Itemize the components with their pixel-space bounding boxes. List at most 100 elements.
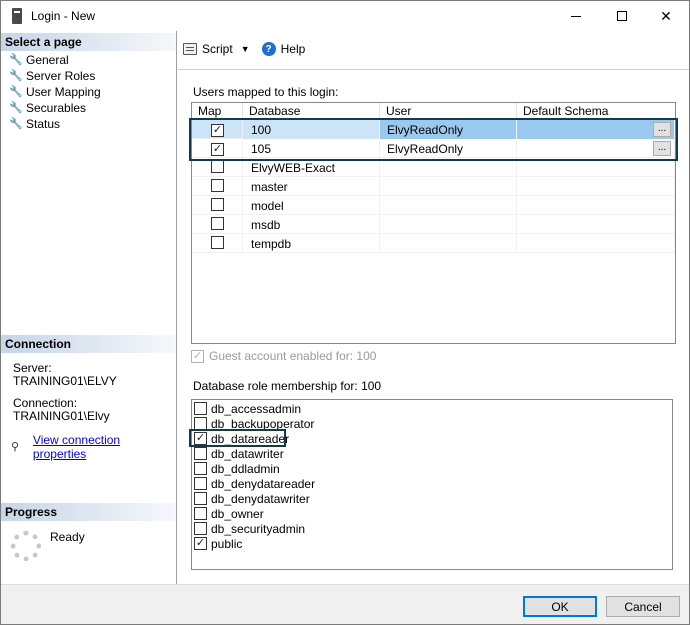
map-cell: ✓	[192, 120, 243, 139]
default-schema-cell[interactable]: ...	[517, 120, 675, 139]
close-button[interactable]: ✕	[643, 1, 689, 31]
toolbar: Script ▼ ? Help	[183, 39, 305, 59]
role-item[interactable]: ✓ db_datareader	[192, 431, 672, 446]
login-dialog: Login - New ✕ Select a page 🔧 General 🔧 …	[0, 0, 690, 625]
title-bar: Login - New ✕	[1, 1, 689, 31]
table-row[interactable]: master	[192, 177, 675, 196]
view-connection-properties-link[interactable]: View connection properties	[33, 433, 176, 461]
server-value: TRAINING01\ELVY	[13, 374, 117, 388]
column-header-user[interactable]: User	[380, 103, 517, 119]
wrench-icon: 🔧	[9, 86, 23, 98]
role-label: db_datareader	[211, 431, 290, 446]
connection-value: TRAINING01\Elvy	[13, 409, 110, 423]
table-row[interactable]: model	[192, 196, 675, 215]
role-checkbox[interactable]: ✓	[194, 537, 207, 550]
default-schema-cell[interactable]	[517, 196, 675, 215]
default-schema-cell[interactable]	[517, 177, 675, 196]
role-item[interactable]: db_denydatawriter	[192, 491, 672, 506]
table-row[interactable]: msdb	[192, 215, 675, 234]
grid-header: Map Database User Default Schema	[192, 103, 675, 119]
users-mapping-grid[interactable]: Map Database User Default Schema ✓ 100 Elv…	[191, 102, 676, 344]
role-item[interactable]: db_ddladmin	[192, 461, 672, 476]
page-item-label: Status	[26, 117, 61, 131]
ok-button[interactable]: OK	[523, 596, 597, 617]
role-item[interactable]: db_denydatareader	[192, 476, 672, 491]
user-cell[interactable]	[380, 234, 517, 253]
database-cell: msdb	[243, 215, 380, 234]
user-cell[interactable]: ElvyReadOnly	[380, 139, 517, 158]
user-cell[interactable]	[380, 158, 517, 177]
user-cell[interactable]	[380, 196, 517, 215]
role-label: db_ddladmin	[211, 461, 280, 476]
maximize-button[interactable]	[599, 1, 645, 31]
map-cell	[192, 158, 243, 177]
map-checkbox[interactable]: ✓	[211, 124, 224, 137]
column-header-map[interactable]: Map	[192, 103, 243, 119]
role-checkbox[interactable]	[194, 417, 207, 430]
table-row[interactable]: ✓ 100 ElvyReadOnly...	[192, 120, 675, 139]
schema-browse-button[interactable]: ...	[653, 122, 671, 137]
minimize-icon	[571, 15, 581, 17]
map-checkbox[interactable]	[211, 236, 224, 249]
user-cell[interactable]: ElvyReadOnly	[380, 120, 517, 139]
database-cell: ElvyWEB-Exact	[243, 158, 380, 177]
role-label: db_backupoperator	[211, 416, 315, 431]
progress-header: Progress	[1, 503, 176, 521]
database-cell: master	[243, 177, 380, 196]
page-item-user-mapping[interactable]: 🔧 User Mapping	[9, 84, 101, 100]
role-label: db_datawriter	[211, 446, 284, 461]
view-connection-properties[interactable]: ⚲ View connection properties	[11, 433, 176, 461]
default-schema-cell[interactable]	[517, 234, 675, 253]
map-checkbox[interactable]	[211, 198, 224, 211]
role-checkbox[interactable]	[194, 462, 207, 475]
role-membership-label: Database role membership for: 100	[193, 379, 382, 393]
script-button[interactable]: Script	[183, 42, 233, 56]
left-pane: Select a page 🔧 General 🔧 Server Roles 🔧…	[1, 31, 177, 584]
role-checkbox[interactable]	[194, 447, 207, 460]
page-item-status[interactable]: 🔧 Status	[9, 116, 101, 132]
map-checkbox[interactable]	[211, 217, 224, 230]
schema-browse-button[interactable]: ...	[653, 141, 671, 156]
window-title: Login - New	[31, 9, 96, 23]
role-checkbox[interactable]	[194, 522, 207, 535]
user-cell[interactable]	[380, 177, 517, 196]
user-cell[interactable]	[380, 215, 517, 234]
help-button[interactable]: ? Help	[261, 42, 306, 56]
role-label: db_securityadmin	[211, 521, 306, 536]
role-item[interactable]: db_owner	[192, 506, 672, 521]
default-schema-cell[interactable]: ...	[517, 139, 675, 158]
default-schema-cell[interactable]	[517, 215, 675, 234]
script-dropdown-arrow[interactable]: ▼	[241, 44, 250, 54]
page-item-general[interactable]: 🔧 General	[9, 52, 101, 68]
table-row[interactable]: tempdb	[192, 234, 675, 253]
role-checkbox[interactable]: ✓	[194, 432, 207, 445]
role-item[interactable]: db_datawriter	[192, 446, 672, 461]
map-cell	[192, 196, 243, 215]
role-item[interactable]: db_securityadmin	[192, 521, 672, 536]
script-icon	[183, 43, 197, 55]
role-item[interactable]: ✓ public	[192, 536, 672, 551]
default-schema-cell[interactable]	[517, 158, 675, 177]
column-header-default-schema[interactable]: Default Schema	[517, 103, 675, 119]
role-checkbox[interactable]	[194, 507, 207, 520]
page-item-securables[interactable]: 🔧 Securables	[9, 100, 101, 116]
role-membership-list[interactable]: db_accessadmin db_backupoperator ✓ db_datar…	[191, 399, 673, 570]
table-row[interactable]: ✓ 105 ElvyReadOnly...	[192, 139, 675, 158]
cancel-button[interactable]: Cancel	[606, 596, 680, 617]
role-label: db_denydatareader	[211, 476, 316, 491]
role-checkbox[interactable]	[194, 492, 207, 505]
role-item[interactable]: db_accessadmin	[192, 401, 672, 416]
table-row[interactable]: ElvyWEB-Exact	[192, 158, 675, 177]
page-item-server-roles[interactable]: 🔧 Server Roles	[9, 68, 101, 84]
role-item[interactable]: db_backupoperator	[192, 416, 672, 431]
column-header-database[interactable]: Database	[243, 103, 380, 119]
map-checkbox[interactable]	[211, 179, 224, 192]
map-checkbox[interactable]	[211, 160, 224, 173]
role-checkbox[interactable]	[194, 477, 207, 490]
minimize-button[interactable]	[553, 1, 599, 31]
wrench-icon: 🔧	[9, 118, 23, 130]
help-label: Help	[280, 42, 306, 56]
progress-status: Ready	[50, 530, 85, 544]
role-checkbox[interactable]	[194, 402, 207, 415]
map-checkbox[interactable]: ✓	[211, 143, 224, 156]
